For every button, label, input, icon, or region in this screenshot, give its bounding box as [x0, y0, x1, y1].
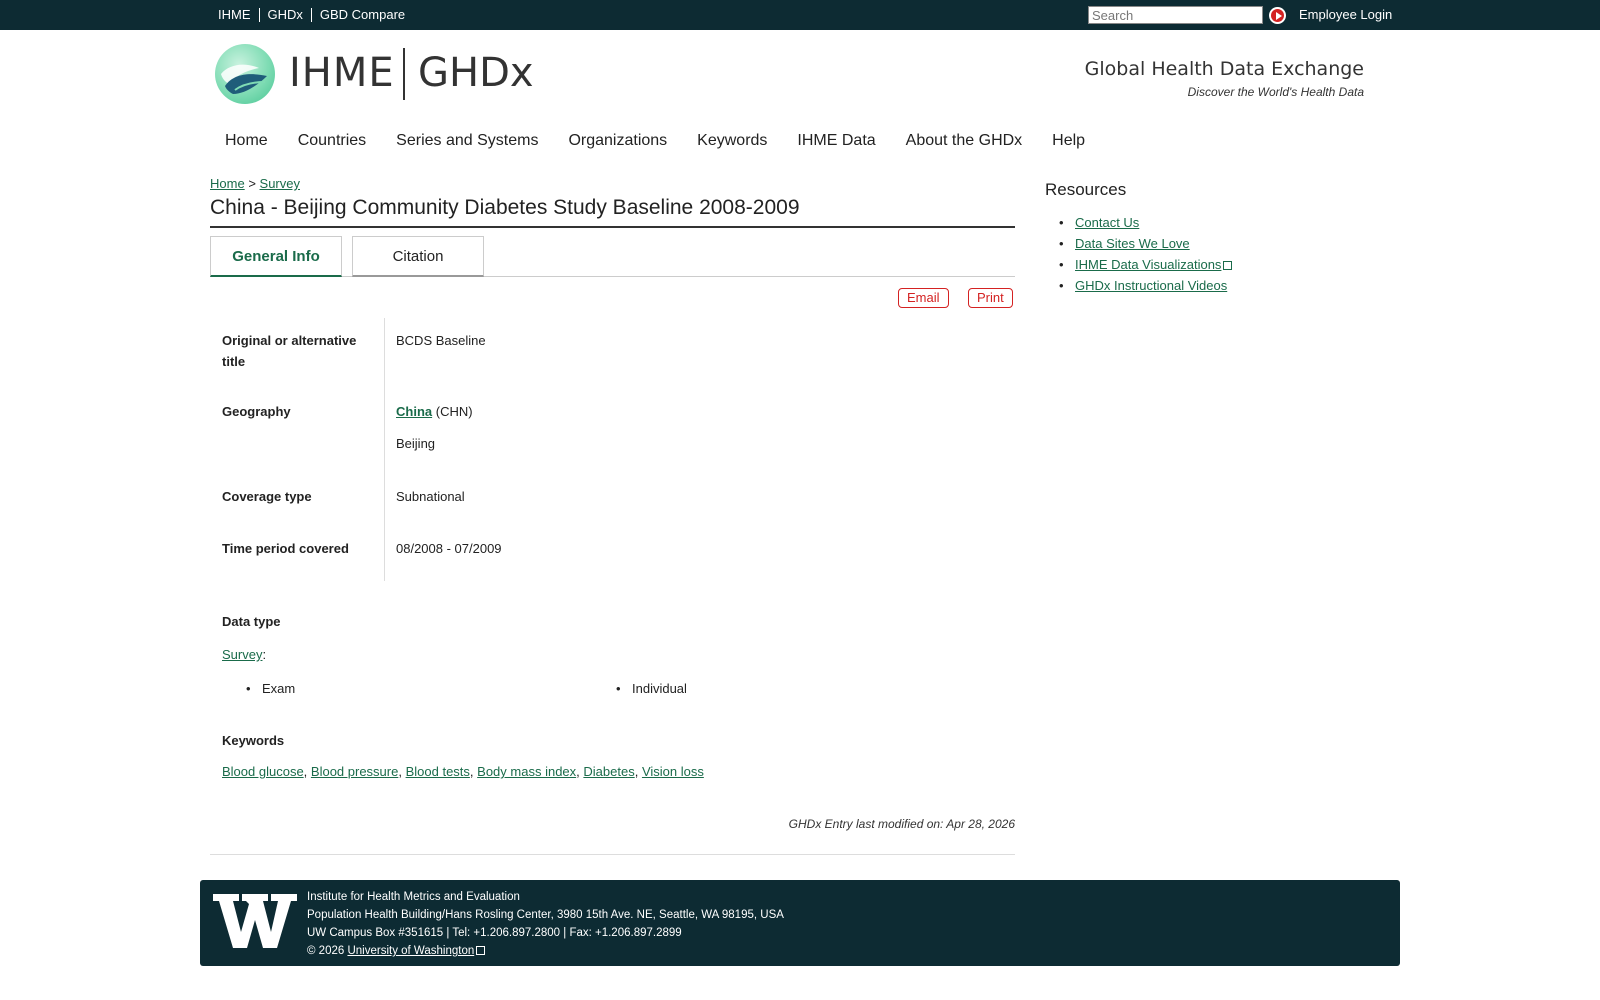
geography-country-code: (CHN)	[435, 404, 473, 419]
brand-divider	[403, 48, 405, 100]
nav-organizations[interactable]: Organizations	[568, 132, 667, 150]
keyword-list: Blood glucose, Blood pressure, Blood tes…	[222, 764, 704, 779]
resources-title: Resources	[1045, 180, 1127, 199]
last-modified: GHDx Entry last modified on: Apr 28, 202…	[788, 817, 1015, 831]
top-link-gbd-compare[interactable]: GBD Compare	[312, 8, 413, 22]
geography-country-link[interactable]: China	[396, 404, 432, 419]
footer-copyright-line: © 2026 University of Washington	[307, 942, 784, 960]
keyword-blood-tests[interactable]: Blood tests	[406, 764, 470, 779]
employee-login-link[interactable]: Employee Login	[1299, 0, 1392, 30]
search-submit-icon[interactable]	[1269, 7, 1286, 24]
footer-uw-link[interactable]: University of Washington	[347, 945, 474, 957]
keyword-diabetes[interactable]: Diabetes	[583, 764, 634, 779]
footer-org-name: Institute for Health Metrics and Evaluat…	[307, 891, 520, 903]
data-type-value: Survey:	[222, 647, 267, 662]
footer-contact: UW Campus Box #351615 | Tel: +1.206.897.…	[307, 927, 682, 939]
footer-address: Population Health Building/Hans Rosling …	[307, 909, 784, 921]
top-utility-bar: IHME GHDx GBD Compare Employee Login	[0, 0, 1600, 30]
tab-general-info[interactable]: General Info	[210, 236, 342, 277]
site-tagline: Global Health Data Exchange	[1084, 58, 1364, 80]
geography-label: Geography	[222, 404, 291, 419]
alt-title-label: Original or alternative title	[222, 333, 357, 369]
resource-item: GHDx Instructional Videos	[1059, 277, 1232, 298]
footer-text: Institute for Health Metrics and Evaluat…	[307, 888, 784, 960]
alt-title-value: BCDS Baseline	[396, 333, 486, 348]
nav-keywords[interactable]: Keywords	[697, 132, 767, 150]
resource-ihme-visualizations[interactable]: IHME Data Visualizations	[1075, 257, 1221, 272]
geography-value: China (CHN)	[396, 401, 473, 422]
coverage-type-value: Subnational	[396, 489, 465, 504]
data-type-survey-link[interactable]: Survey	[222, 647, 262, 662]
keyword-blood-glucose[interactable]: Blood glucose	[222, 764, 304, 779]
resource-contact-us[interactable]: Contact Us	[1075, 215, 1139, 230]
data-type-item-exam: Exam	[246, 681, 295, 696]
print-button[interactable]: Print	[968, 288, 1013, 308]
resource-item: IHME Data Visualizations	[1059, 256, 1233, 277]
data-type-label: Data type	[222, 614, 281, 629]
top-links: IHME GHDx GBD Compare	[218, 0, 413, 30]
site-subtagline: Discover the World's Health Data	[1187, 85, 1364, 99]
uw-logo-icon[interactable]	[213, 892, 297, 950]
breadcrumb: Home > Survey	[210, 176, 300, 191]
coverage-type-label: Coverage type	[222, 489, 312, 504]
keywords-label: Keywords	[222, 733, 285, 748]
nav-about-the-ghdx[interactable]: About the GHDx	[906, 132, 1023, 150]
record-tabs: General Info Citation	[210, 236, 1015, 277]
keyword-vision-loss[interactable]: Vision loss	[642, 764, 704, 779]
brand-ihme[interactable]: IHME	[289, 50, 395, 96]
nav-ihme-data[interactable]: IHME Data	[797, 132, 875, 150]
top-link-ghdx[interactable]: GHDx	[260, 8, 312, 22]
keyword-body-mass-index[interactable]: Body mass index	[477, 764, 576, 779]
content-divider	[210, 854, 1015, 855]
breadcrumb-survey[interactable]: Survey	[260, 176, 300, 191]
footer-copyright: © 2026	[307, 945, 345, 957]
resource-item: Contact Us	[1059, 214, 1232, 235]
nav-home[interactable]: Home	[225, 132, 268, 150]
breadcrumb-separator: >	[248, 176, 256, 191]
tab-citation[interactable]: Citation	[352, 236, 484, 277]
top-link-ihme[interactable]: IHME	[218, 8, 260, 22]
time-period-label: Time period covered	[222, 541, 349, 556]
breadcrumb-home[interactable]: Home	[210, 176, 245, 191]
email-button[interactable]: Email	[898, 288, 949, 308]
resources-list: Contact Us Data Sites We Love IHME Data …	[1059, 214, 1233, 298]
external-link-icon	[476, 946, 486, 955]
geography-region: Beijing	[396, 436, 436, 451]
data-type-item-individual: Individual	[616, 681, 687, 696]
resource-data-sites[interactable]: Data Sites We Love	[1075, 236, 1190, 251]
nav-help[interactable]: Help	[1052, 132, 1085, 150]
main-nav: Home Countries Series and Systems Organi…	[225, 132, 1115, 150]
ihme-logo-icon[interactable]	[215, 44, 275, 104]
brand-ghdx[interactable]: GHDx	[418, 50, 534, 96]
details-divider	[384, 318, 385, 581]
search-input[interactable]	[1088, 6, 1263, 24]
time-period-value: 08/2008 - 07/2009	[396, 541, 502, 556]
keyword-blood-pressure[interactable]: Blood pressure	[311, 764, 398, 779]
external-link-icon	[1223, 261, 1233, 270]
resource-item: Data Sites We Love	[1059, 235, 1232, 256]
page-title: China - Beijing Community Diabetes Study…	[210, 196, 1015, 228]
resource-instructional-videos[interactable]: GHDx Instructional Videos	[1075, 278, 1227, 293]
site-footer: Institute for Health Metrics and Evaluat…	[200, 880, 1400, 966]
nav-countries[interactable]: Countries	[298, 132, 366, 150]
nav-series-and-systems[interactable]: Series and Systems	[396, 132, 538, 150]
